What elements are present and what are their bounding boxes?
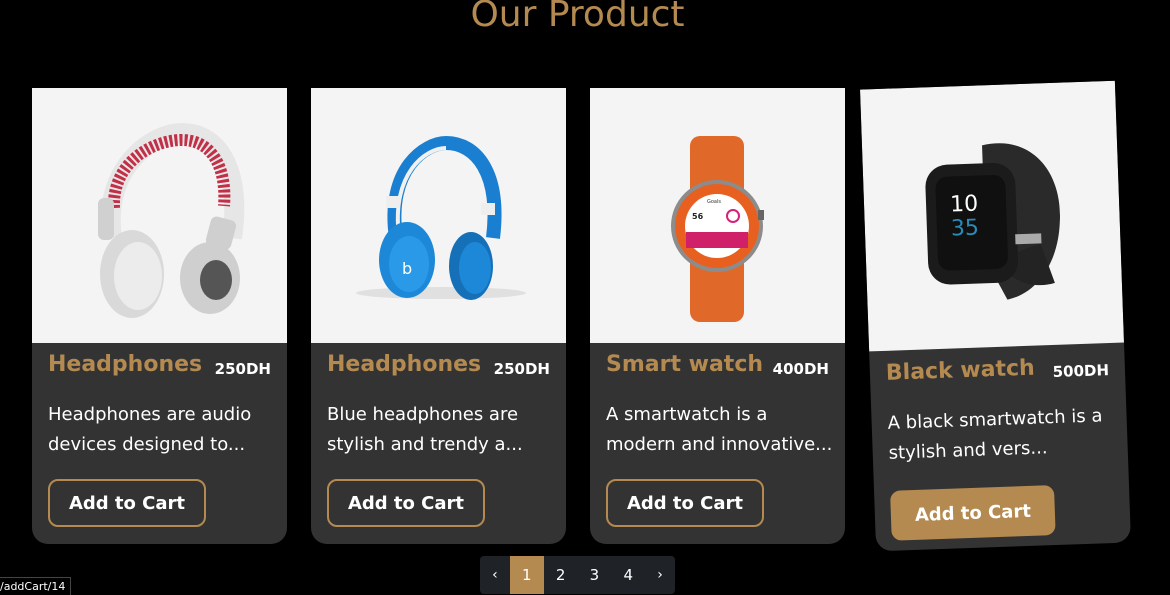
- product-image-headphones-blue[interactable]: b: [311, 88, 566, 343]
- watch-time-hour: 10: [949, 191, 979, 218]
- page-1-button[interactable]: 1: [509, 556, 544, 594]
- product-name: Headphones: [327, 352, 482, 377]
- status-bar-url: /addCart/14: [0, 577, 72, 595]
- product-description: Blue headphones are stylish and trendy a…: [327, 404, 523, 455]
- svg-text:b: b: [402, 259, 412, 278]
- smartwatch-orange-icon: [671, 136, 764, 322]
- watch-time-minute: 35: [950, 215, 980, 242]
- headphones-white-icon: [98, 122, 245, 318]
- watch-screen-steps: 56: [692, 212, 704, 221]
- pagination: ‹ 1 2 3 4 ›: [480, 556, 675, 594]
- smartwatch-black-icon: [925, 143, 1060, 300]
- add-to-cart-button[interactable]: Add to Cart: [890, 485, 1056, 541]
- product-name: Black watch: [885, 355, 1036, 386]
- product-price: 500DH: [1052, 361, 1110, 382]
- product-price: 400DH: [772, 360, 829, 378]
- product-price: 250DH: [493, 360, 550, 378]
- add-to-cart-button[interactable]: Add to Cart: [327, 479, 485, 527]
- product-image-headphones-white[interactable]: [32, 88, 287, 343]
- previous-page-button[interactable]: ‹: [480, 556, 510, 594]
- product-card: Headphones 250DH Headphones are audio de…: [32, 88, 287, 544]
- product-description: A smartwatch is a modern and innovative.…: [606, 404, 833, 455]
- add-to-cart-button[interactable]: Add to Cart: [48, 479, 206, 527]
- headphones-blue-icon: b: [356, 135, 526, 300]
- product-price: 250DH: [214, 360, 271, 378]
- product-description: A black smartwatch is a stylish and vers…: [887, 405, 1103, 464]
- product-image-smartwatch-orange[interactable]: Goals 56: [590, 88, 845, 343]
- page-3-button[interactable]: 3: [578, 556, 612, 594]
- product-card: Goals 56 Smart watch 400DH A smartwatch …: [590, 88, 845, 544]
- product-image-smartwatch-black[interactable]: 10 35: [860, 80, 1125, 352]
- product-card: b Headphones 250DH Blue headphones are s…: [311, 88, 566, 544]
- product-name: Headphones: [48, 352, 203, 377]
- product-card: 10 35 Black watch 500DH A black smartwat…: [860, 80, 1131, 552]
- page-4-button[interactable]: 4: [611, 556, 645, 594]
- watch-screen-goals: Goals: [707, 199, 721, 205]
- product-name: Smart watch: [606, 352, 764, 377]
- section-title: Our Product: [470, 0, 685, 35]
- product-description: Headphones are audio devices designed to…: [48, 404, 252, 455]
- next-page-button[interactable]: ›: [645, 556, 675, 594]
- add-to-cart-button[interactable]: Add to Cart: [606, 479, 764, 527]
- page-2-button[interactable]: 2: [544, 556, 578, 594]
